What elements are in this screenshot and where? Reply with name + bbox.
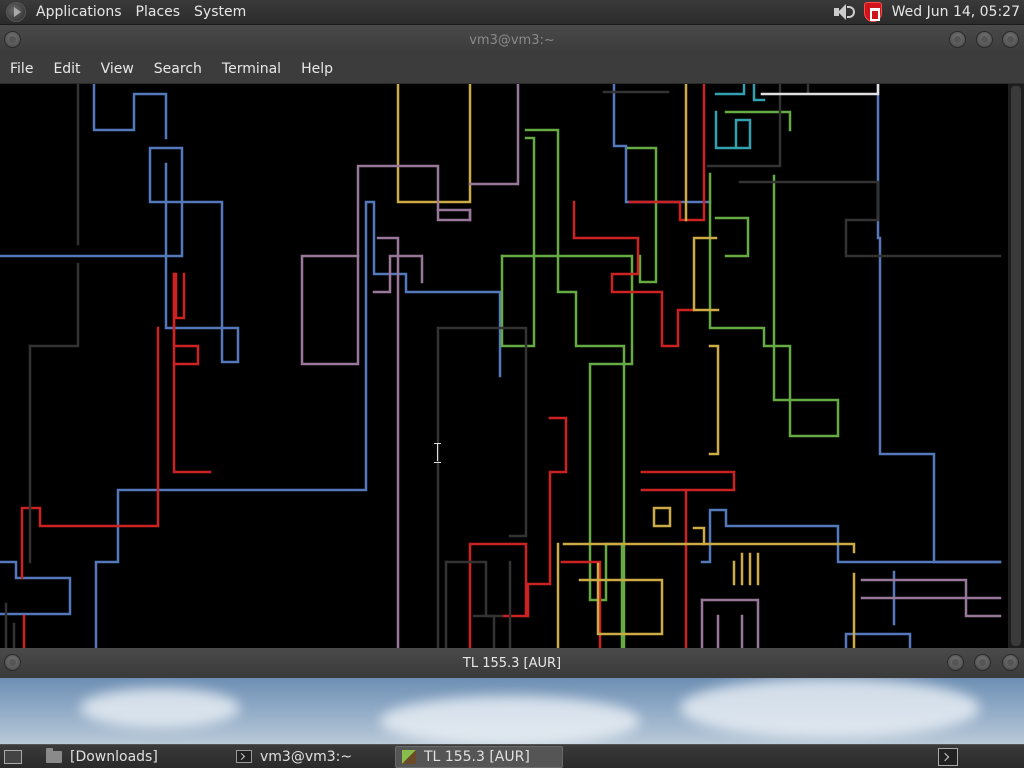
distro-logo-icon[interactable] [6,2,26,22]
blue-pipe [94,200,502,648]
task-downloads[interactable]: [Downloads] [40,746,230,768]
menu-system[interactable]: System [187,0,253,25]
gray-pipe [706,84,782,168]
tl-minimize-button[interactable] [947,654,964,671]
menu-file[interactable]: File [0,55,43,84]
bottom-taskbar: [Downloads] vm3@vm3:~ TL 155.3 [AUR] [0,744,1024,768]
gray-pipe [738,180,1002,258]
cyan-pipe [714,110,752,150]
green-pipe [708,172,840,438]
blue-pipe [876,84,1002,564]
purple-pipe [300,254,360,366]
blue-pipe [844,632,912,648]
folder-icon [46,747,62,763]
terminal-icon [236,750,252,763]
task-terminal[interactable]: vm3@vm3:~ [230,746,395,768]
cyan-pipe [714,84,746,96]
minimize-button[interactable] [949,31,966,48]
red-pipe [640,470,736,492]
system-tray: Wed Jun 14, 05:27 [832,0,1024,25]
yellow-pipe [396,84,472,204]
speaker-icon[interactable] [832,3,855,21]
terminal-pipes-output[interactable] [0,84,1008,648]
window-menu-button[interactable] [4,31,21,48]
red-pipe [500,416,568,618]
blue-pipe [612,84,712,204]
green-pipe [714,216,750,258]
purple-pipe [376,236,400,648]
gray-pipe [472,614,496,648]
blue-pipe [92,84,168,140]
terminal-menubar: File Edit View Search Terminal Help [0,55,1024,84]
task-label: [Downloads] [70,748,158,765]
red-pipe [572,200,698,348]
yellow-pipe [708,344,720,456]
menu-view[interactable]: View [91,55,144,84]
terminal-scrollbar[interactable] [1008,84,1024,648]
task-label: TL 155.3 [AUR] [424,748,530,765]
yellow-pipe [652,506,672,528]
tl-maximize-button[interactable] [974,654,991,671]
gray-pipe [444,560,504,618]
text-cursor-icon [434,443,441,463]
menu-edit[interactable]: Edit [43,55,90,84]
top-panel: Applications Places System Wed Jun 14, 0… [0,0,1024,25]
menu-terminal[interactable]: Terminal [212,55,291,84]
terminal-titlebar[interactable]: vm3@vm3:~ [0,25,1024,55]
tl-game-view[interactable] [0,678,1024,744]
yellow-pipe [692,236,720,312]
scrollbar-thumb[interactable] [1011,86,1021,646]
yellow-pipe [692,526,706,546]
gray-pipe [28,262,80,348]
task-label: vm3@vm3:~ [260,748,353,765]
tl-window-menu-button[interactable] [4,654,21,671]
gray-pipe [436,326,528,538]
cloud [80,688,240,728]
terminal-window: vm3@vm3:~ File Edit View Search Terminal… [0,25,1024,648]
cloud [680,678,980,738]
red-pipe [20,326,160,580]
window-title: vm3@vm3:~ [469,32,555,48]
cyan-pipe [752,84,766,102]
close-button[interactable] [1002,31,1019,48]
menu-applications[interactable]: Applications [29,0,129,25]
tray-terminal-icon[interactable] [938,747,958,766]
red-pipe [172,272,212,474]
show-desktop-icon[interactable] [4,749,22,764]
purple-pipe [436,208,472,222]
maximize-button[interactable] [976,31,993,48]
tl-titlebar[interactable]: TL 155.3 [AUR] [0,648,1024,678]
red-pipe [560,560,602,648]
tl-window: TL 155.3 [AUR] [0,648,1024,744]
red-pipe [468,542,528,648]
menu-search[interactable]: Search [144,55,212,84]
red-pipe [628,84,706,222]
tl-window-title: TL 155.3 [AUR] [462,655,562,671]
purple-pipe [468,84,520,186]
tl-close-button[interactable] [1002,654,1019,671]
menu-help[interactable]: Help [291,55,343,84]
menu-places[interactable]: Places [129,0,188,25]
purple-pipe [700,598,760,648]
blue-pipe [0,560,72,616]
cloud [380,696,640,744]
blue-pipe [0,146,240,364]
cube-icon [402,749,416,764]
shield-icon[interactable] [863,2,882,22]
clock[interactable]: Wed Jun 14, 05:27 [892,4,1024,20]
blue-pipe [700,508,1002,564]
task-tl[interactable]: TL 155.3 [AUR] [395,745,563,768]
red-pipe [174,272,186,320]
